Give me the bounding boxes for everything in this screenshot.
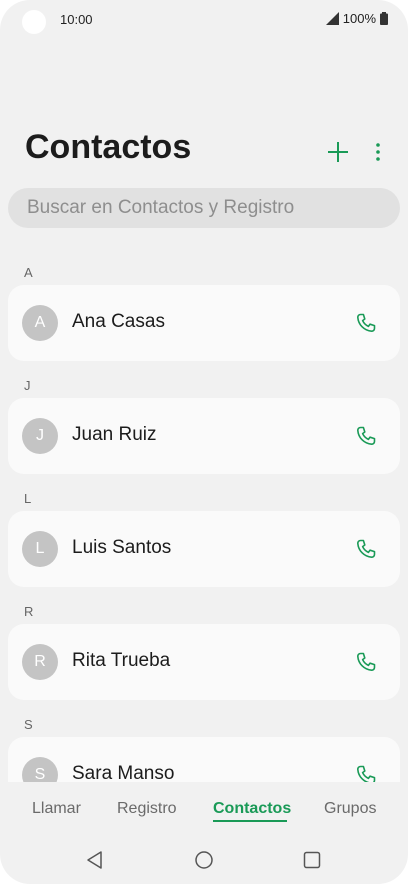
section-header-s: S bbox=[24, 717, 33, 732]
avatar: R bbox=[22, 644, 58, 680]
camera-cutout bbox=[22, 10, 46, 34]
contact-item-sara-manso[interactable]: S Sara Manso bbox=[8, 737, 400, 782]
phone-icon bbox=[357, 313, 376, 332]
contact-name: Juan Ruiz bbox=[72, 424, 157, 445]
search-box[interactable] bbox=[8, 188, 400, 228]
active-tab-indicator bbox=[213, 820, 287, 822]
avatar: A bbox=[22, 305, 58, 341]
back-triangle-icon bbox=[87, 851, 102, 869]
system-navigation-bar bbox=[0, 832, 408, 884]
tab-llamar[interactable]: Llamar bbox=[32, 800, 81, 818]
tab-registro[interactable]: Registro bbox=[117, 800, 177, 818]
more-options-button[interactable] bbox=[366, 138, 390, 166]
more-vertical-icon bbox=[376, 143, 380, 161]
call-button[interactable] bbox=[354, 650, 378, 674]
section-header-r: R bbox=[24, 604, 34, 619]
contact-item-juan-ruiz[interactable]: J Juan Ruiz bbox=[8, 398, 400, 474]
tab-contactos[interactable]: Contactos bbox=[213, 800, 291, 818]
status-time: 10:00 bbox=[60, 12, 93, 27]
phone-icon bbox=[357, 426, 376, 445]
status-bar: 10:00 100% bbox=[0, 0, 408, 40]
battery-percent: 100% bbox=[342, 11, 376, 26]
add-contact-button[interactable] bbox=[324, 138, 352, 166]
bottom-tab-bar: Llamar Registro Contactos Grupos bbox=[0, 782, 408, 832]
phone-icon bbox=[357, 652, 376, 671]
call-button[interactable] bbox=[354, 311, 378, 335]
phone-icon bbox=[357, 765, 376, 782]
contact-item-ana-casas[interactable]: A Ana Casas bbox=[8, 285, 400, 361]
search-input[interactable] bbox=[25, 196, 389, 220]
battery-icon bbox=[380, 12, 388, 25]
contact-item-rita-trueba[interactable]: R Rita Trueba bbox=[8, 624, 400, 700]
avatar: L bbox=[22, 531, 58, 567]
tab-grupos[interactable]: Grupos bbox=[324, 800, 376, 818]
contact-name: Sara Manso bbox=[72, 763, 175, 782]
nav-home-button[interactable] bbox=[194, 850, 214, 870]
signal-icon bbox=[325, 12, 339, 25]
section-header-a: A bbox=[24, 265, 33, 280]
section-header-l: L bbox=[24, 491, 32, 506]
home-circle-icon bbox=[195, 851, 213, 869]
contact-name: Ana Casas bbox=[72, 311, 165, 332]
call-button[interactable] bbox=[354, 763, 378, 782]
recents-square-icon bbox=[303, 851, 321, 869]
nav-recents-button[interactable] bbox=[302, 850, 322, 870]
call-button[interactable] bbox=[354, 537, 378, 561]
avatar: S bbox=[22, 757, 58, 782]
contacts-list[interactable]: A A Ana Casas J J Juan Ruiz L L Luis San… bbox=[0, 248, 408, 782]
contact-name: Rita Trueba bbox=[72, 650, 171, 671]
avatar: J bbox=[22, 418, 58, 454]
page-title: Contactos bbox=[25, 128, 192, 166]
contact-item-luis-santos[interactable]: L Luis Santos bbox=[8, 511, 400, 587]
phone-screen: 10:00 100% Contactos A bbox=[0, 0, 408, 884]
phone-icon bbox=[357, 539, 376, 558]
call-button[interactable] bbox=[354, 424, 378, 448]
status-indicators: 100% bbox=[325, 11, 388, 26]
contact-name: Luis Santos bbox=[72, 537, 172, 558]
plus-icon bbox=[328, 142, 348, 162]
section-header-j: J bbox=[24, 378, 31, 393]
nav-back-button[interactable] bbox=[85, 850, 105, 870]
